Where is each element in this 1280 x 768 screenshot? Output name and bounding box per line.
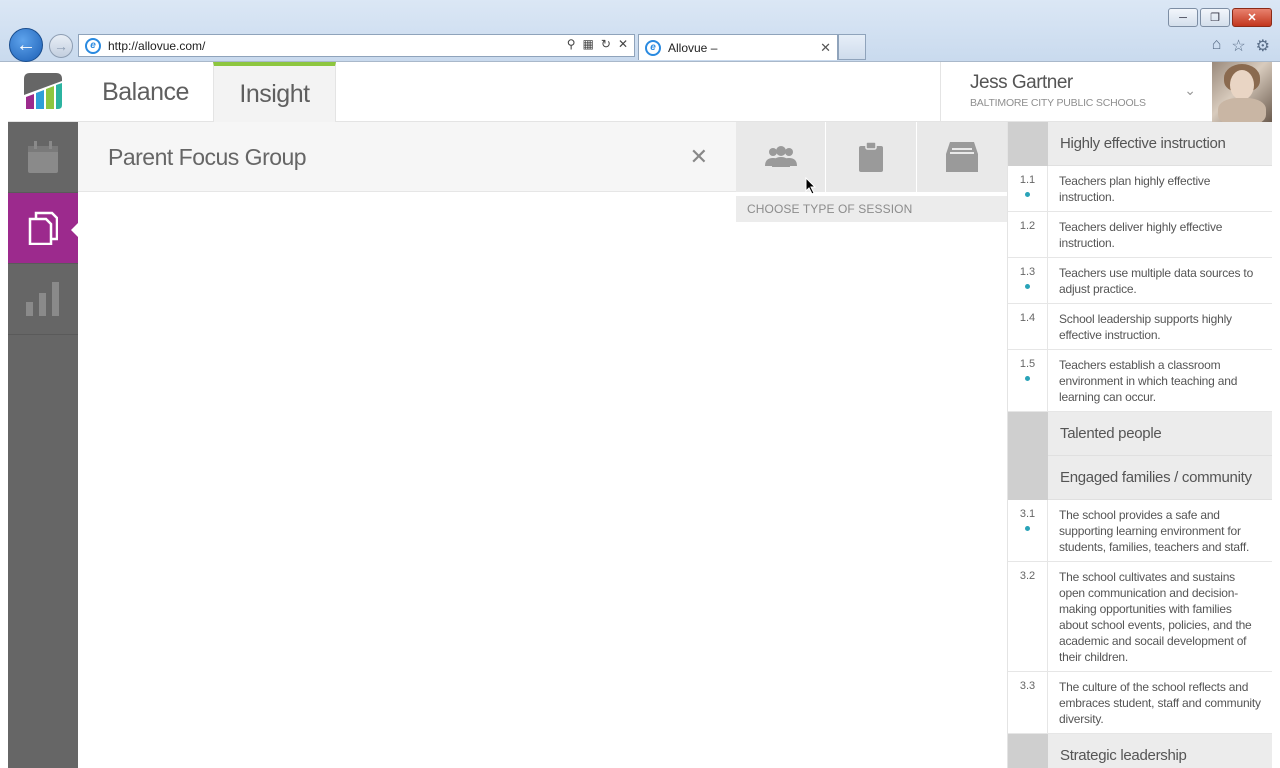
back-arrow-icon: ←: [16, 33, 36, 56]
logo-mark-icon: [24, 73, 62, 109]
minimize-button[interactable]: ─: [1168, 8, 1198, 27]
clipboard-icon: [859, 142, 884, 172]
back-button[interactable]: ←: [9, 28, 43, 62]
ie-logo-icon: e: [85, 37, 101, 54]
left-sidebar: [8, 122, 78, 768]
bar-chart-icon: [26, 282, 59, 316]
refresh-icon[interactable]: ↻: [601, 37, 611, 51]
browser-chrome: ─ ❐ ✕ ← → e http://allovue.com/ ⚲ ▦ ↻ ✕ …: [0, 0, 1280, 62]
sidebar-item-reports[interactable]: [8, 264, 78, 335]
standard-item[interactable]: 1.2 Teachers deliver highly effective in…: [1008, 212, 1272, 258]
address-tools: ⚲ ▦ ↻ ✕: [567, 37, 628, 51]
standard-text: The school cultivates and sustains open …: [1059, 570, 1252, 664]
stop-icon[interactable]: ✕: [618, 37, 628, 51]
standard-number: 3.3: [1019, 680, 1036, 692]
standard-text: The school provides a safe and supportin…: [1059, 508, 1250, 554]
home-icon[interactable]: ⌂: [1212, 36, 1222, 56]
inbox-icon: [945, 142, 978, 172]
tab-favicon-icon: e: [645, 39, 661, 56]
standard-number: 1.4: [1019, 312, 1036, 324]
browser-tab[interactable]: e Allovue – ✕: [638, 34, 838, 60]
browser-toolbar-right: ⌂ ☆ ⚙: [1212, 36, 1270, 56]
window-controls: ─ ❐ ✕: [1168, 8, 1272, 27]
sidebar-item-calendar[interactable]: [8, 122, 78, 193]
standard-item[interactable]: 1.5 Teachers establish a classroom envir…: [1008, 350, 1272, 412]
standard-number: 1.3: [1019, 266, 1036, 278]
standard-item[interactable]: 1.4 School leadership supports highly ef…: [1008, 304, 1272, 350]
standard-number: 1.2: [1019, 220, 1036, 232]
app-header: Balance Insight Jess Gartner BALTIMORE C…: [8, 62, 1272, 122]
address-url: http://allovue.com/: [108, 38, 206, 53]
category-header[interactable]: Engaged families / community: [1008, 456, 1272, 500]
standard-text: Teachers plan highly effective instructi…: [1059, 174, 1211, 204]
nav-tab-insight[interactable]: Insight: [213, 62, 336, 122]
marked-dot-icon: [1025, 192, 1030, 197]
calendar-icon: [28, 141, 58, 173]
page-title: Parent Focus Group: [108, 144, 307, 170]
allovue-logo[interactable]: [8, 62, 78, 122]
search-icon[interactable]: ⚲: [567, 37, 576, 51]
category-label: Talented people: [1060, 425, 1162, 442]
standard-number: 1.1: [1019, 174, 1036, 186]
marked-dot-icon: [1025, 376, 1030, 381]
standard-item[interactable]: 3.2 The school cultivates and sustains o…: [1008, 562, 1272, 672]
user-menu[interactable]: Jess Gartner BALTIMORE CITY PUBLIC SCHOO…: [940, 62, 1212, 122]
compat-view-icon[interactable]: ▦: [583, 37, 594, 51]
standards-panel: Highly effective instruction 1.1 Teacher…: [1007, 122, 1272, 768]
forward-arrow-icon: →: [54, 38, 68, 54]
standard-text: Teachers use multiple data sources to ad…: [1059, 266, 1254, 296]
standard-item[interactable]: 1.3 Teachers use multiple data sources t…: [1008, 258, 1272, 304]
forward-button[interactable]: →: [49, 34, 73, 58]
marked-dot-icon: [1025, 526, 1030, 531]
standard-number: 3.1: [1019, 508, 1036, 520]
address-bar[interactable]: e http://allovue.com/ ⚲ ▦ ↻ ✕: [78, 34, 635, 57]
category-header[interactable]: Talented people: [1008, 412, 1272, 456]
standard-number: 1.5: [1019, 358, 1036, 370]
close-window-button[interactable]: ✕: [1232, 8, 1272, 27]
category-header[interactable]: Strategic leadership: [1008, 734, 1272, 768]
form-header: Parent Focus Group ✕: [78, 122, 736, 192]
new-tab-button[interactable]: [838, 34, 866, 60]
session-type-prompt: CHOOSE TYPE OF SESSION: [736, 196, 1007, 222]
chevron-down-icon[interactable]: ⌄: [1184, 82, 1196, 99]
group-icon: [764, 146, 797, 167]
user-name: Jess Gartner: [970, 72, 1073, 93]
tab-title: Allovue –: [668, 40, 718, 55]
standard-text: The culture of the school reflects and e…: [1059, 680, 1261, 726]
nav-tab-balance[interactable]: Balance: [78, 62, 213, 122]
standard-number: 3.2: [1019, 570, 1036, 582]
settings-gear-icon[interactable]: ⚙: [1256, 36, 1270, 56]
category-label: Highly effective instruction: [1060, 135, 1226, 152]
close-icon[interactable]: ✕: [690, 144, 708, 170]
category-header[interactable]: Highly effective instruction: [1008, 122, 1272, 166]
user-organization: BALTIMORE CITY PUBLIC SCHOOLS: [970, 97, 1146, 109]
marked-dot-icon: [1025, 284, 1030, 289]
avatar[interactable]: [1212, 62, 1272, 122]
mouse-cursor-icon: [805, 177, 817, 195]
standard-item[interactable]: 3.3 The culture of the school reflects a…: [1008, 672, 1272, 734]
documents-icon: [28, 211, 58, 245]
standard-item[interactable]: 1.1 Teachers plan highly effective instr…: [1008, 166, 1272, 212]
sidebar-item-documents[interactable]: [8, 193, 78, 264]
standard-text: Teachers establish a classroom environme…: [1059, 358, 1238, 404]
restore-button[interactable]: ❐: [1200, 8, 1230, 27]
session-type-document-button[interactable]: [917, 122, 1007, 192]
category-label: Engaged families / community: [1060, 469, 1252, 486]
standard-text: School leadership supports highly effect…: [1059, 312, 1232, 342]
session-type-picker: [736, 122, 1007, 192]
main-panel: Parent Focus Group ✕ CHOOSE TYPE OF SESS…: [78, 122, 1007, 768]
favorites-star-icon[interactable]: ☆: [1231, 36, 1245, 56]
session-type-observation-button[interactable]: [826, 122, 917, 192]
close-tab-icon[interactable]: ✕: [820, 40, 831, 56]
standard-item[interactable]: 3.1 The school provides a safe and suppo…: [1008, 500, 1272, 562]
standard-text: Teachers deliver highly effective instru…: [1059, 220, 1223, 250]
category-label: Strategic leadership: [1060, 747, 1187, 764]
